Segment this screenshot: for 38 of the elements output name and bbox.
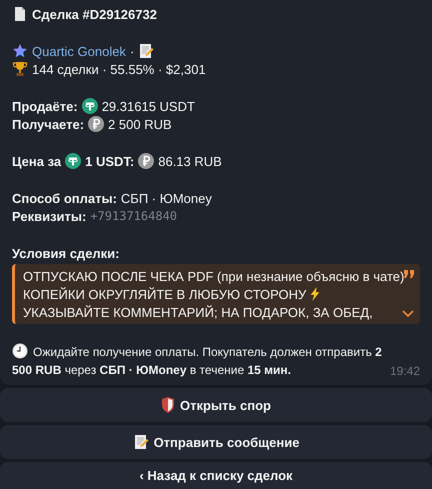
- receive-label: Получаете:: [12, 116, 84, 132]
- message-time: 19:42: [390, 363, 420, 379]
- inline-button[interactable]: ‹ Назад к списку сделок: [0, 462, 432, 489]
- clock-icon: [12, 343, 28, 359]
- price-value: 86.13 RUB: [158, 154, 222, 168]
- terms-quote[interactable]: ОТПУСКАЮ ПОСЛЕ ЧЕКА PDF (при незнание объясню в чате) КОПЕЙКИ ОКРУГЛЯЙТЕ В ЛЮБУЮ СТОРОНУ УКАЗЫВАЙТЕ КОММЕНТАРИЙ; НА ПОДАРОК, ЗА ОБЕД,: [12, 264, 420, 324]
- receive-amount: 2 500 RUB: [108, 116, 172, 132]
- payment-method-label: Способ оплаты:: [12, 190, 117, 206]
- payment-method-value: СБП · ЮMoney: [120, 190, 212, 206]
- inline-button[interactable]: Открыть спор: [0, 388, 432, 422]
- quote-mark-icon: [404, 270, 414, 278]
- trophy-icon: [12, 61, 28, 77]
- chevron-icon: [402, 310, 414, 318]
- status-text: Ожидайте получение оплаты. Покупатель должен отправить 2 500 RUB через СБП · ЮMoney в течение 15 мин.: [12, 343, 383, 379]
- price-label: Цена за: [12, 154, 62, 168]
- requisites-value[interactable]: +79137164840: [90, 209, 178, 223]
- memo-icon: [138, 43, 154, 59]
- terms-line: УКАЗЫВАЙТЕ КОММЕНТАРИЙ; НА ПОДАРОК, ЗА ОБЕД,: [23, 304, 373, 320]
- terms-label: Условия сделки:: [12, 246, 120, 260]
- ruble-coin-icon: [138, 153, 154, 169]
- terms-line: ОТПУСКАЮ ПОСЛЕ ЧЕКА PDF (при незнание объясню в чате): [23, 268, 404, 284]
- star-icon: [12, 43, 28, 59]
- memo-icon: [132, 434, 149, 450]
- seller-stats: 144 сделки · 55.55% · $2,301: [32, 62, 206, 76]
- tether-coin-icon: [65, 153, 82, 169]
- inline-button[interactable]: Отправить сообщение: [0, 425, 432, 459]
- tether-coin-icon: [82, 98, 98, 114]
- requisites-label: Реквизиты:: [12, 208, 86, 224]
- sell-amount: 29.31615 USDT: [102, 98, 195, 114]
- ruble-coin-icon: [88, 116, 104, 132]
- deal-title: Сделка #D29126732: [32, 6, 157, 22]
- separator-dot: ·: [130, 44, 134, 58]
- shield-icon: [161, 397, 176, 413]
- sell-label: Продаёте:: [12, 98, 78, 114]
- terms-line: КОПЕЙКИ ОКРУГЛЯЙТЕ В ЛЮБУЮ СТОРОНУ: [23, 286, 306, 302]
- price-unit: 1 USDT:: [85, 154, 134, 168]
- seller-name-link[interactable]: Quartic Gonolek: [32, 44, 126, 58]
- document-icon: [12, 6, 28, 22]
